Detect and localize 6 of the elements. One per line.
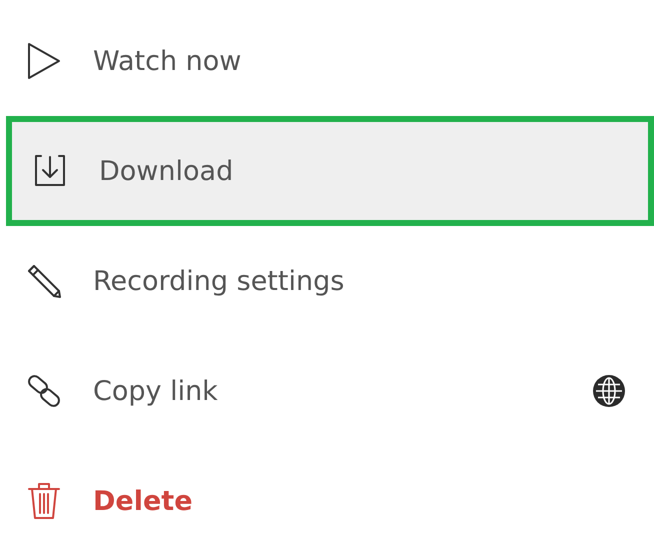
menu-item[interactable]: Download xyxy=(6,116,654,226)
download-icon xyxy=(32,153,68,189)
link-icon xyxy=(26,373,62,409)
pencil-icon xyxy=(26,263,62,299)
trash-icon xyxy=(27,482,61,520)
play-icon xyxy=(26,42,62,80)
